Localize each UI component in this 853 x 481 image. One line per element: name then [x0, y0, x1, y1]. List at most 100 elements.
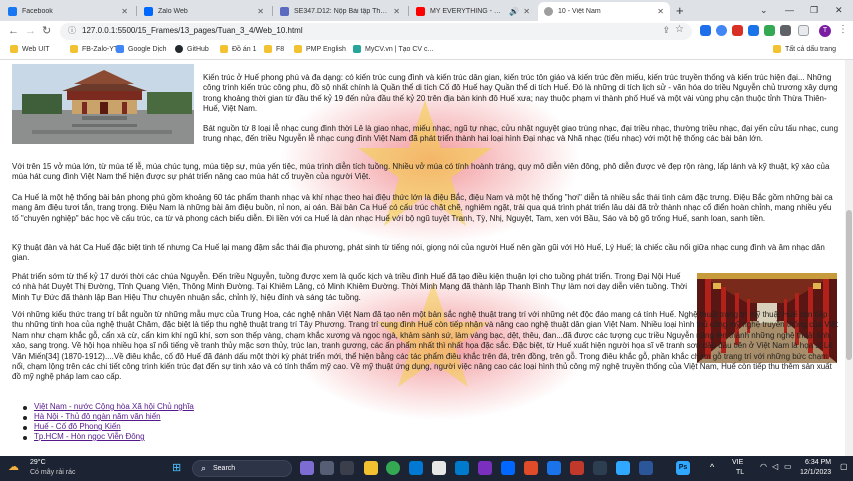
extension-icon[interactable] [716, 25, 727, 36]
zalo-icon[interactable] [501, 461, 515, 475]
minimize-button[interactable]: — [785, 2, 794, 18]
close-window-button[interactable]: ✕ [835, 2, 843, 18]
extension-icon[interactable] [748, 25, 759, 36]
bookmark-do-an-1[interactable]: Đồ án 1 [220, 45, 257, 53]
close-icon[interactable]: ✕ [393, 7, 400, 16]
info-icon[interactable]: ⓘ [68, 25, 76, 36]
file-explorer-icon[interactable] [364, 461, 378, 475]
bookmark-google-dich[interactable]: Google Dịch [116, 45, 167, 53]
app-icon[interactable] [639, 461, 653, 475]
bookmark-pmp-english[interactable]: PMP English [294, 45, 346, 53]
folder-icon [264, 45, 272, 53]
taskbar-search[interactable]: ⌕ Search [192, 460, 292, 477]
share-icon[interactable]: ⇪ [662, 25, 670, 36]
bookmark-mycv[interactable]: MyCV.vn | Tạo CV c... [353, 45, 433, 53]
zalo-icon [144, 7, 153, 16]
forward-icon[interactable]: → [25, 24, 36, 38]
url-text[interactable]: 127.0.0.1:5500/15_Frames/13_pages/Tuan_3… [82, 26, 303, 35]
weather-desc[interactable]: Có mây rải rác [30, 469, 76, 476]
link-ha-noi[interactable]: Hà Nội - Thủ đô ngàn năm văn hiến [34, 412, 161, 421]
extension-icon[interactable] [732, 25, 743, 36]
close-icon[interactable]: ✕ [523, 7, 530, 16]
folder-icon [10, 45, 18, 53]
link-hue[interactable]: Huế - Cố đô Phong Kiến [34, 422, 121, 431]
all-bookmarks[interactable]: Tất cả dấu trang [773, 45, 836, 53]
bookmark-star-icon[interactable]: ☆ [675, 24, 684, 35]
bookmark-fb-zalo-ytb[interactable]: FB-Zalo-YTB [70, 45, 123, 53]
address-bar[interactable]: ⓘ 127.0.0.1:5500/15_Frames/13_pages/Tuan… [60, 23, 692, 40]
new-tab-button[interactable]: + [676, 3, 684, 19]
paragraph-ca-hue: Ca Huế là một hệ thống bài bản phong phú… [12, 193, 833, 223]
link-tp-hcm[interactable]: Tp.HCM - Hòn ngọc Viễn Đông [34, 432, 145, 441]
paragraph-royal-music: Bát nguồn từ 8 loại lễ nhạc cung đình th… [203, 124, 839, 144]
avatar[interactable]: T [819, 25, 831, 37]
tab-title: Zalo Web [158, 8, 188, 15]
browser-window: Facebook ✕ Zalo Web ✕ SE347.D12: Nộp Bài… [0, 0, 853, 481]
extension-icon[interactable] [700, 25, 711, 36]
folder-icon [773, 45, 781, 53]
tray-chevron-icon[interactable]: ^ [710, 462, 714, 472]
volume-icon[interactable]: ◁ [772, 462, 778, 471]
menu-icon[interactable]: ⋮ [838, 24, 848, 35]
battery-icon[interactable]: ▭ [784, 462, 792, 471]
list-item: Hà Nội - Thủ đô ngàn năm văn hiến [20, 412, 194, 422]
close-icon[interactable]: ✕ [657, 7, 664, 16]
list-item: Huế - Cố đô Phong Kiến [20, 422, 194, 432]
puzzle-icon[interactable] [780, 25, 791, 36]
mute-icon[interactable]: 🔊 [509, 7, 519, 16]
paragraph-ca-hue-technique: Kỹ thuật đàn và hát Ca Huế đặc biệt tinh… [12, 243, 825, 263]
input-method[interactable]: TL [736, 469, 744, 476]
weather-temp[interactable]: 29°C [30, 459, 46, 466]
app-icon[interactable] [300, 461, 314, 475]
app-icon[interactable] [524, 461, 538, 475]
mycv-icon [353, 45, 361, 53]
reload-icon[interactable]: ↻ [42, 24, 51, 38]
tab-se347[interactable]: SE347.D12: Nộp Bài tập Thực hà ✕ [274, 2, 406, 21]
clock-time[interactable]: 6:34 PM [805, 459, 831, 466]
close-icon[interactable]: ✕ [257, 7, 264, 16]
list-item: Tp.HCM - Hòn ngọc Viễn Đông [20, 432, 194, 442]
app-icon[interactable] [570, 461, 584, 475]
tab-youtube[interactable]: MY EVERYTHING - OGENUS 🔊 ✕ [410, 2, 536, 21]
sidepanel-icon[interactable] [798, 25, 809, 36]
search-placeholder: Search [213, 465, 236, 472]
vscode-icon[interactable] [455, 461, 469, 475]
edge-icon[interactable] [409, 461, 423, 475]
paragraph-dance: Với trên 15 vở múa lớn, từ múa tế lễ, mú… [12, 162, 830, 182]
language-indicator[interactable]: VIE [732, 459, 743, 466]
chrome-icon[interactable] [386, 461, 400, 475]
clock-date[interactable]: 12/1/2023 [800, 469, 831, 476]
back-icon[interactable]: ← [8, 24, 19, 38]
vertical-scrollbar[interactable] [845, 60, 853, 456]
store-icon[interactable] [432, 461, 446, 475]
tab-facebook[interactable]: Facebook ✕ [2, 2, 134, 21]
youtube-icon [416, 7, 425, 16]
scrollbar-thumb[interactable] [846, 210, 852, 360]
notification-icon[interactable]: ▢ [840, 462, 848, 471]
bookmark-github[interactable]: GitHub [175, 45, 209, 53]
tab-zalo[interactable]: Zalo Web ✕ [138, 2, 270, 21]
bookmark-web-uit[interactable]: Web UIT [10, 45, 50, 53]
app-icon[interactable] [593, 461, 607, 475]
tab-viet-nam[interactable]: 10 - Việt Nam ✕ [538, 2, 670, 21]
tab-title: SE347.D12: Nộp Bài tập Thực hà [294, 8, 390, 15]
wifi-icon[interactable]: ◠ [760, 462, 767, 471]
app-icon[interactable] [616, 461, 630, 475]
globe-icon [544, 7, 553, 16]
app-icon[interactable] [547, 461, 561, 475]
chat-icon[interactable] [340, 461, 354, 475]
task-view-icon[interactable] [320, 461, 334, 475]
tab-search-icon[interactable]: ⌄ [760, 2, 768, 18]
visual-studio-icon[interactable] [478, 461, 492, 475]
link-viet-nam[interactable]: Việt Nam - nước Cộng hòa Xã hội Chủ nghĩ… [34, 402, 194, 411]
maximize-button[interactable]: ❐ [810, 2, 818, 18]
start-icon[interactable]: ⊞ [172, 461, 181, 474]
photoshop-icon[interactable]: Ps [676, 461, 690, 475]
hue-citadel-image [12, 64, 194, 144]
close-icon[interactable]: ✕ [121, 7, 128, 16]
tab-strip: Facebook ✕ Zalo Web ✕ SE347.D12: Nộp Bài… [0, 0, 853, 21]
course-icon [280, 7, 289, 16]
weather-icon[interactable]: ☁ [8, 460, 19, 473]
extension-icon[interactable] [764, 25, 775, 36]
bookmark-f8[interactable]: F8 [264, 45, 284, 53]
